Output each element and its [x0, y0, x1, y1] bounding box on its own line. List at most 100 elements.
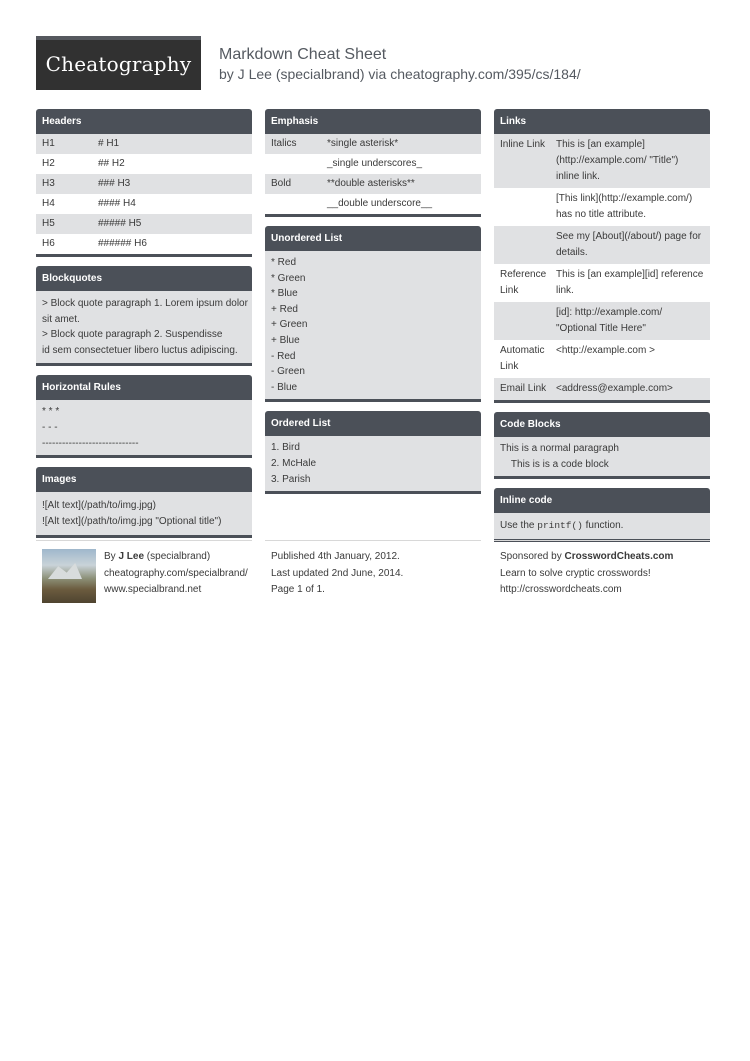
- row-value: **double asterisks**: [327, 178, 415, 189]
- text-line: > Block quote paragraph 2. Suspendisse: [42, 329, 223, 341]
- card-title: Ordered List: [265, 411, 481, 437]
- row-value: _single underscores_: [327, 158, 423, 169]
- table-row: Italics *single asterisk*: [265, 134, 481, 154]
- row-key: [271, 156, 327, 172]
- table-row: H1 # H1: [36, 134, 252, 154]
- row-value: ##### H5: [98, 218, 142, 229]
- text-line: * Red: [271, 257, 297, 268]
- sponsor-footer: Sponsored by CrosswordCheats.com Learn t…: [494, 540, 710, 599]
- inline-code-text: Use the printf() function.: [494, 513, 710, 539]
- updated-date: Last updated 2nd June, 2014.: [271, 567, 404, 579]
- sponsor-link[interactable]: CrosswordCheats.com: [565, 551, 674, 562]
- author-profile-link[interactable]: cheatography.com/specialbrand/: [104, 566, 252, 583]
- emphasis-card: Emphasis Italics *single asterisk* _single…: [265, 109, 481, 217]
- sponsor-tagline: Learn to solve cryptic crosswords!: [500, 567, 651, 579]
- row-value: <address@example.com>: [556, 383, 673, 394]
- row-value: [id]: http://example.com/ "Optional Titl…: [556, 307, 663, 334]
- table-row: Bold **double asterisks**: [265, 174, 481, 194]
- author-website-link[interactable]: www.specialbrand.net: [104, 582, 252, 599]
- sponsor-url[interactable]: http://crosswordcheats.com: [494, 582, 710, 599]
- table-row: Inline Link This is [an example] (http://…: [494, 134, 710, 188]
- table-row: Email Link <address@example.com>: [494, 378, 710, 400]
- text-line: - Blue: [271, 381, 298, 393]
- text-line: 2. McHale: [271, 457, 317, 469]
- row-key: Automatic Link: [500, 345, 545, 372]
- text-line: 3. Parish: [271, 473, 311, 485]
- row-key: H6: [42, 238, 55, 249]
- table-row: H2 ## H2: [36, 154, 252, 174]
- row-value: ### H3: [98, 178, 131, 189]
- table-row: _single underscores_: [265, 154, 481, 174]
- code-blocks-card: Code Blocks This is a normal paragraph T…: [494, 412, 710, 480]
- text-line: - Green: [271, 366, 305, 378]
- row-value: See my [About](/about/) page for details…: [556, 231, 702, 258]
- text-line: id sem consectetuer libero luctus adipis…: [42, 344, 238, 356]
- table-row: H3 ### H3: [36, 174, 252, 194]
- text-line: + Red: [271, 303, 298, 315]
- text-line: This is a normal paragraph: [500, 443, 619, 454]
- row-value: *single asterisk*: [327, 138, 399, 149]
- table-row: H5 ##### H5: [36, 214, 252, 234]
- text-line: + Blue: [271, 334, 300, 346]
- row-value: ## H2: [98, 158, 125, 169]
- table-row: H4 #### H4: [36, 194, 252, 214]
- row-value: #### H4: [98, 198, 136, 209]
- row-key: [500, 305, 556, 337]
- row-key: Inline Link: [500, 139, 546, 150]
- page-title: Markdown Cheat Sheet: [219, 46, 387, 63]
- text-line: - - -: [42, 421, 58, 433]
- card-title: Headers: [36, 109, 252, 134]
- published-date: Published 4th January, 2012.: [271, 551, 400, 562]
- page-count: Page 1 of 1.: [271, 584, 325, 595]
- author-name[interactable]: J Lee: [118, 551, 144, 562]
- blockquotes-card: Blockquotes > Block quote paragraph 1. L…: [36, 266, 252, 367]
- row-key: Reference Link: [500, 269, 547, 296]
- text-line: This is is a code block: [500, 458, 609, 470]
- row-value: <http://example.com >: [556, 345, 655, 356]
- card-title: Blockquotes: [36, 266, 252, 291]
- text-line: * Blue: [271, 288, 298, 300]
- author-footer: By J Lee (specialbrand) cheatography.com…: [36, 540, 252, 603]
- row-key: H2: [42, 158, 55, 169]
- ordered-list-card: Ordered List 1. Bird 2. McHale 3. Parish: [265, 411, 481, 495]
- row-key: Bold: [271, 178, 292, 189]
- text-line: 1. Bird: [271, 442, 300, 454]
- card-title: Unordered List: [265, 226, 481, 251]
- card-title: Inline code: [494, 488, 710, 514]
- text-line: + Green: [271, 319, 308, 331]
- table-row: H6 ###### H6: [36, 234, 252, 254]
- headers-card: Headers H1 # H1 H2 ## H2 H3 ### H3 H4 #### H4 H5…: [36, 109, 252, 257]
- row-value: # H1: [98, 138, 120, 149]
- table-row: __double underscore__: [265, 194, 481, 214]
- card-title: Code Blocks: [494, 412, 710, 437]
- unordered-list-card: Unordered List * Red * Green * Blue + Red + …: [265, 226, 481, 403]
- table-row: Automatic Link <http://example.com >: [494, 340, 710, 378]
- row-key: [500, 229, 556, 261]
- images-card: Images ![Alt text](/path/to/img.jpg) ![Al…: [36, 467, 252, 539]
- text-line: ![Alt text](/path/to/img.jpg): [42, 500, 156, 512]
- row-key: [271, 196, 327, 212]
- row-value: [This link](http://example.com/) has no …: [556, 193, 693, 220]
- card-title: Links: [494, 109, 710, 134]
- card-title: Horizontal Rules: [36, 375, 252, 401]
- horizontal-rules-card: Horizontal Rules * * * - - - -------------…: [36, 375, 252, 459]
- table-row: Reference Link This is [an example][id] r…: [494, 264, 710, 302]
- inline-code-card: Inline code Use the printf() function.: [494, 488, 710, 542]
- row-key: H5: [42, 218, 55, 229]
- row-value: __double underscore__: [327, 198, 433, 209]
- author-photo: [42, 549, 96, 603]
- row-key: H1: [42, 138, 55, 149]
- row-value: This is [an example] (http://example.com…: [556, 139, 679, 182]
- text-line: sit amet.: [42, 313, 80, 325]
- text-line: * Green: [271, 272, 306, 284]
- text-line: > Block quote paragraph 1. Lorem ipsum d…: [42, 298, 248, 309]
- row-key: [500, 191, 556, 223]
- publish-info: Published 4th January, 2012. Last update…: [265, 540, 481, 599]
- cheatography-logo[interactable]: Cheatography: [36, 36, 201, 90]
- page-subtitle: by J Lee (specialbrand) via cheatography…: [219, 66, 581, 82]
- text-line: -----------------------------: [42, 437, 139, 449]
- card-title: Images: [36, 467, 252, 493]
- table-row: [This link](http://example.com/) has no …: [494, 188, 710, 226]
- text-line: * * *: [42, 406, 60, 418]
- row-key: Email Link: [500, 383, 547, 394]
